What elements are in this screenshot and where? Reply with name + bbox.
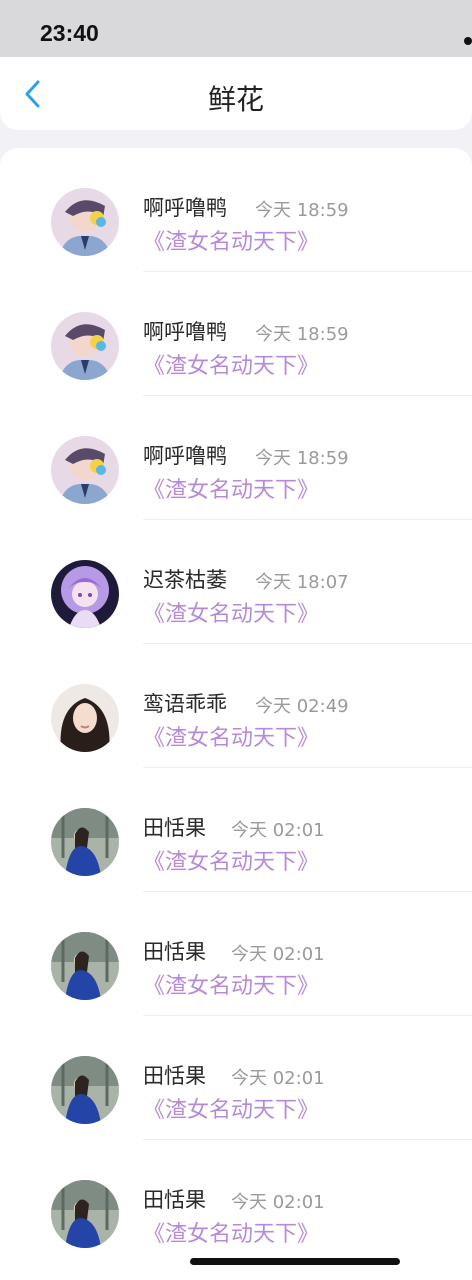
book-title-link[interactable]: 《渣女名动天下》	[143, 968, 319, 1000]
user-name[interactable]: 田恬果	[143, 936, 206, 966]
list-item[interactable]: 啊呼噜鸭 今天 18:59 《渣女名动天下》	[0, 148, 472, 272]
book-title-link[interactable]: 《渣女名动天下》	[143, 1092, 319, 1124]
list-item[interactable]: 田恬果 今天 02:01 《渣女名动天下》	[0, 768, 472, 892]
avatar[interactable]	[51, 312, 119, 380]
avatar[interactable]	[51, 1180, 119, 1248]
book-title-link[interactable]: 《渣女名动天下》	[143, 720, 319, 752]
timestamp: 今天 02:01	[231, 944, 325, 965]
user-name[interactable]: 鸾语乖乖	[143, 688, 227, 718]
book-title-link[interactable]: 《渣女名动天下》	[143, 224, 319, 256]
home-indicator[interactable]	[190, 1258, 400, 1265]
timestamp: 今天 18:59	[255, 448, 349, 469]
page-title: 鲜花	[207, 83, 264, 116]
nav-header: 鲜花	[0, 57, 472, 130]
timestamp: 今天 02:01	[231, 1068, 325, 1089]
book-title-link[interactable]: 《渣女名动天下》	[143, 472, 319, 504]
avatar[interactable]	[51, 808, 119, 876]
book-title-link[interactable]: 《渣女名动天下》	[143, 348, 319, 380]
timestamp: 今天 02:01	[231, 820, 325, 841]
status-bar: 23:40	[0, 0, 472, 57]
list-item[interactable]: 迟茶枯萎 今天 18:07 《渣女名动天下》	[0, 520, 472, 644]
book-title-link[interactable]: 《渣女名动天下》	[143, 596, 319, 628]
timestamp: 今天 18:59	[255, 324, 349, 345]
list-item[interactable]: 田恬果 今天 02:01 《渣女名动天下》	[0, 1140, 472, 1264]
avatar[interactable]	[51, 684, 119, 752]
avatar[interactable]	[51, 436, 119, 504]
user-name[interactable]: 田恬果	[143, 1184, 206, 1214]
timestamp: 今天 02:01	[231, 1192, 325, 1213]
user-name[interactable]: 田恬果	[143, 1060, 206, 1090]
user-name[interactable]: 迟茶枯萎	[143, 564, 227, 594]
timestamp: 今天 02:49	[255, 696, 349, 717]
avatar[interactable]	[51, 188, 119, 256]
user-name[interactable]: 啊呼噜鸭	[143, 192, 227, 222]
user-name[interactable]: 啊呼噜鸭	[143, 316, 227, 346]
list-item[interactable]: 啊呼噜鸭 今天 18:59 《渣女名动天下》	[0, 272, 472, 396]
status-indicator-icon	[464, 37, 472, 45]
gift-list: 啊呼噜鸭 今天 18:59 《渣女名动天下》 啊呼噜鸭 今天 18:59 《渣女…	[0, 148, 472, 1280]
user-name[interactable]: 啊呼噜鸭	[143, 440, 227, 470]
avatar[interactable]	[51, 932, 119, 1000]
list-item[interactable]: 啊呼噜鸭 今天 18:59 《渣女名动天下》	[0, 396, 472, 520]
timestamp: 今天 18:07	[255, 572, 349, 593]
book-title-link[interactable]: 《渣女名动天下》	[143, 1216, 319, 1248]
list-item[interactable]: 田恬果 今天 02:01 《渣女名动天下》	[0, 1016, 472, 1140]
avatar[interactable]	[51, 560, 119, 628]
avatar[interactable]	[51, 1056, 119, 1124]
list-item[interactable]: 鸾语乖乖 今天 02:49 《渣女名动天下》	[0, 644, 472, 768]
timestamp: 今天 18:59	[255, 200, 349, 221]
book-title-link[interactable]: 《渣女名动天下》	[143, 844, 319, 876]
list-item[interactable]: 田恬果 今天 02:01 《渣女名动天下》	[0, 892, 472, 1016]
user-name[interactable]: 田恬果	[143, 812, 206, 842]
status-time: 23:40	[40, 20, 99, 46]
